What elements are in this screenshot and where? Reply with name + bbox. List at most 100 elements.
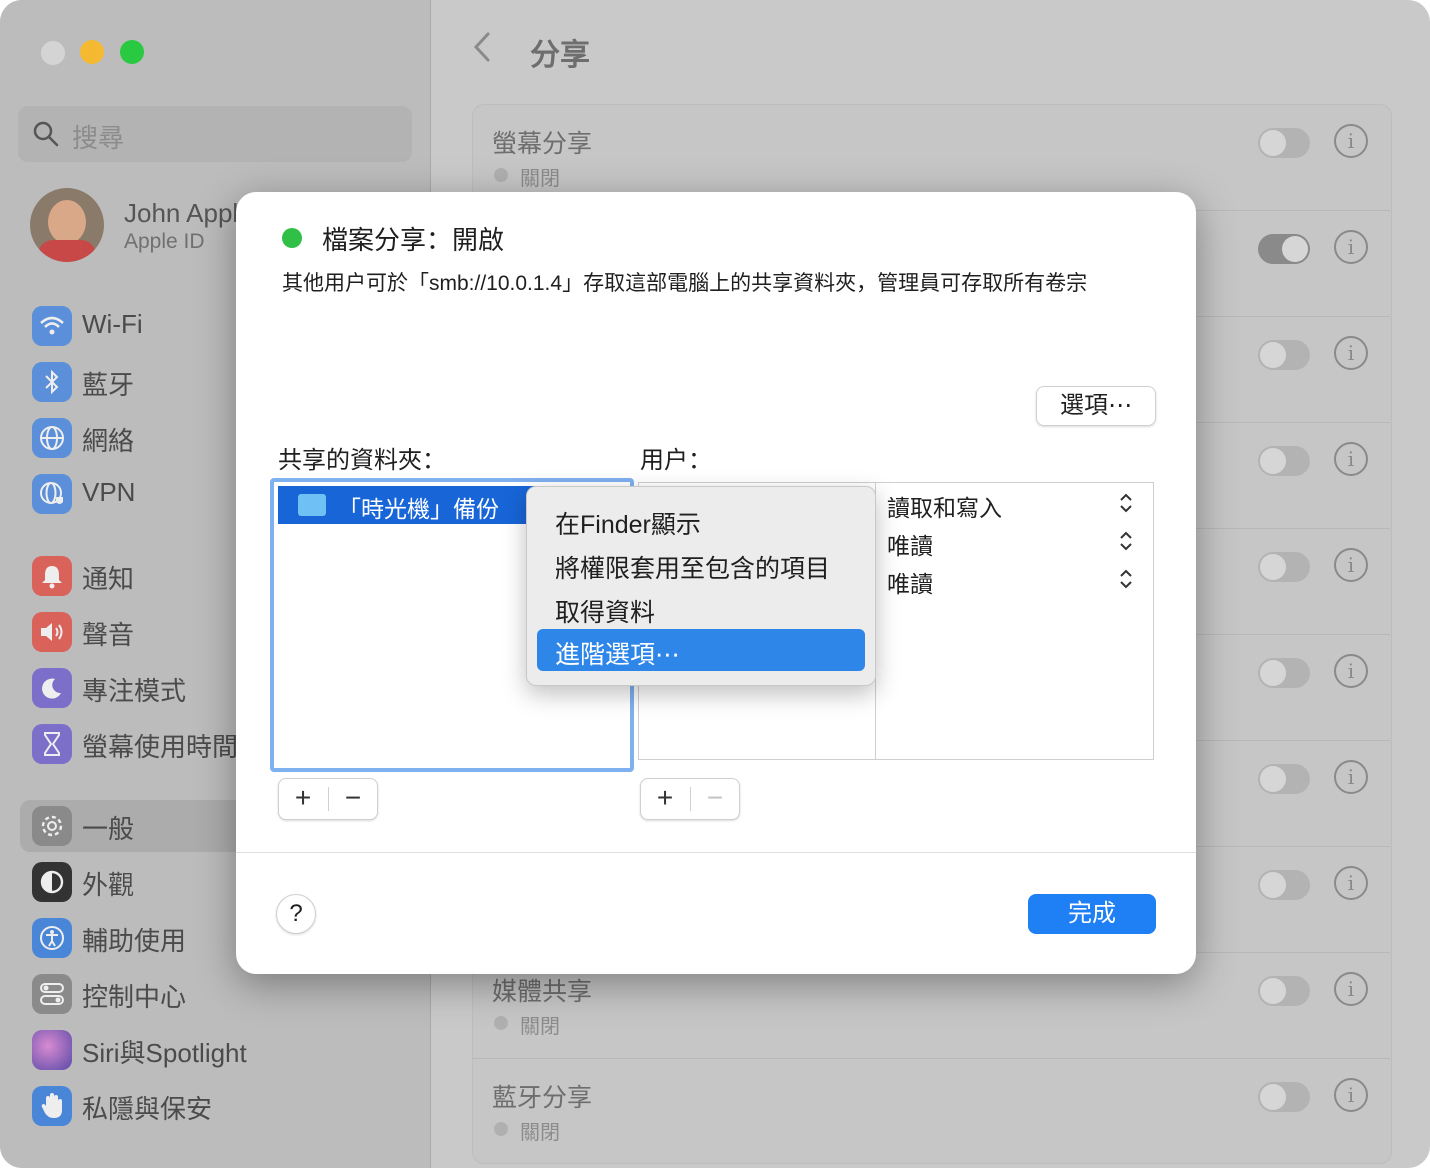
info-icon[interactable]: i [1334, 548, 1368, 582]
permission-popup[interactable]: 唯讀 [887, 527, 933, 561]
users-label: 用户： [640, 447, 712, 474]
service-toggle[interactable] [1258, 552, 1310, 582]
switches-icon [32, 974, 72, 1014]
bluetooth-icon [32, 362, 72, 402]
sidebar-item-control-center[interactable]: 控制中心 [20, 968, 410, 1020]
row-status: 關閉 [520, 168, 560, 190]
help-button[interactable]: ? [276, 894, 316, 934]
avatar[interactable] [30, 188, 104, 262]
menu-item-apply-permissions[interactable]: 將權限套用至包含的項目 [537, 543, 865, 585]
done-button[interactable]: 完成 [1028, 894, 1156, 934]
hand-icon [32, 1086, 72, 1126]
dialog-description: 其他用户可於「smb://10.0.1.4」存取這部電腦上的共享資料夾，管理員可… [282, 272, 1088, 295]
permission-popup[interactable]: 唯讀 [887, 565, 933, 599]
back-button[interactable] [470, 30, 494, 73]
info-icon[interactable]: i [1334, 124, 1368, 158]
menu-item-advanced-options[interactable]: 進階選項⋯ [537, 629, 865, 671]
wifi-icon [32, 306, 72, 346]
sidebar-item-label: 外觀 [82, 870, 135, 900]
info-icon[interactable]: i [1334, 654, 1368, 688]
globe-icon [32, 418, 72, 458]
row-status: 關閉 [520, 1122, 560, 1144]
info-icon[interactable]: i [1334, 866, 1368, 900]
sidebar-item-label: 網絡 [82, 426, 135, 456]
sidebar-item-label: 控制中心 [82, 982, 187, 1012]
status-on-indicator [282, 228, 302, 248]
up-down-chevron-icon[interactable] [1117, 529, 1135, 553]
service-toggle[interactable] [1258, 446, 1310, 476]
service-toggle[interactable] [1258, 1082, 1310, 1112]
chevron-left-icon [473, 32, 490, 62]
service-toggle[interactable] [1258, 870, 1310, 900]
info-icon[interactable]: i [1334, 1078, 1368, 1112]
menu-item-show-in-finder[interactable]: 在Finder顯示 [537, 499, 865, 541]
row-title: 媒體共享 [492, 978, 593, 1006]
row-status: 關閉 [520, 1016, 560, 1038]
apple-id-label: Apple ID [124, 230, 205, 253]
sidebar-item-label: VPN [82, 477, 136, 507]
user-add-remove-control: + − [640, 778, 740, 820]
up-down-chevron-icon[interactable] [1117, 491, 1135, 515]
info-icon[interactable]: i [1334, 972, 1368, 1006]
remove-folder-button[interactable]: − [329, 781, 377, 817]
info-icon[interactable]: i [1334, 760, 1368, 794]
page-title: 分享 [530, 39, 590, 72]
gear-icon [32, 806, 72, 846]
close-window-button[interactable] [40, 40, 66, 66]
accessibility-icon [32, 918, 72, 958]
sharing-row-bluetooth-sharing[interactable]: 藍牙分享 關閉 i [472, 1058, 1390, 1164]
up-down-chevron-icon[interactable] [1117, 567, 1135, 591]
menu-item-label: 進階選項⋯ [555, 641, 681, 669]
info-icon[interactable]: i [1334, 336, 1368, 370]
row-title: 藍牙分享 [492, 1084, 593, 1112]
remove-user-button[interactable]: − [691, 781, 739, 817]
service-toggle[interactable] [1258, 340, 1310, 370]
speaker-icon [32, 612, 72, 652]
menu-item-label: 在Finder顯示 [555, 511, 701, 539]
zoom-window-button[interactable] [120, 40, 144, 64]
search-field[interactable]: 搜尋 [18, 106, 412, 162]
row-title: 螢幕分享 [492, 130, 593, 158]
service-toggle[interactable] [1258, 976, 1310, 1006]
shared-folders-label: 共享的資料夾： [278, 447, 446, 474]
siri-icon [32, 1030, 72, 1070]
minimize-window-button[interactable] [80, 40, 104, 64]
context-menu: 在Finder顯示 將權限套用至包含的項目 取得資料 進階選項⋯ [526, 486, 876, 686]
menu-item-get-info[interactable]: 取得資料 [537, 587, 865, 629]
dialog-title: 檔案分享：開啟 [322, 225, 505, 255]
service-toggle[interactable] [1258, 764, 1310, 794]
appearance-icon [32, 862, 72, 902]
service-toggle[interactable] [1258, 658, 1310, 688]
sidebar-item-label: 專注模式 [82, 676, 187, 706]
sidebar-item-label: 藍牙 [82, 370, 135, 400]
sidebar-item-label: 輔助使用 [82, 926, 187, 956]
status-dot [494, 168, 508, 182]
hourglass-icon [32, 724, 72, 764]
search-icon [33, 121, 59, 147]
menu-item-label: 取得資料 [555, 599, 656, 627]
sidebar-item-label: 通知 [82, 564, 135, 594]
sidebar-item-siri-spotlight[interactable]: Siri與Spotlight [20, 1024, 410, 1076]
service-toggle[interactable] [1258, 128, 1310, 158]
sidebar-item-privacy-security[interactable]: 私隱與保安 [20, 1080, 410, 1132]
service-toggle[interactable] [1258, 234, 1310, 264]
add-user-button[interactable]: + [641, 781, 689, 817]
bell-icon [32, 556, 72, 596]
status-dot [494, 1122, 508, 1136]
sidebar-item-label: 私隱與保安 [82, 1094, 213, 1124]
sidebar-item-label: 聲音 [82, 620, 135, 650]
sidebar-item-label: 一般 [82, 814, 135, 844]
options-button[interactable]: 選項⋯ [1036, 386, 1156, 426]
add-folder-button[interactable]: + [279, 781, 327, 817]
vpn-globe-icon [32, 474, 72, 514]
folder-icon [298, 494, 326, 516]
moon-icon [32, 668, 72, 708]
divider [236, 852, 1196, 853]
folder-add-remove-control: + − [278, 778, 378, 820]
system-settings-window: 搜尋 John Appleseed Apple ID Wi‑Fi 藍牙 網絡 V… [0, 0, 1430, 1168]
permission-popup[interactable]: 讀取和寫入 [887, 489, 1002, 523]
status-dot [494, 1016, 508, 1030]
info-icon[interactable]: i [1334, 442, 1368, 476]
search-placeholder: 搜尋 [72, 123, 125, 153]
info-icon[interactable]: i [1334, 230, 1368, 264]
